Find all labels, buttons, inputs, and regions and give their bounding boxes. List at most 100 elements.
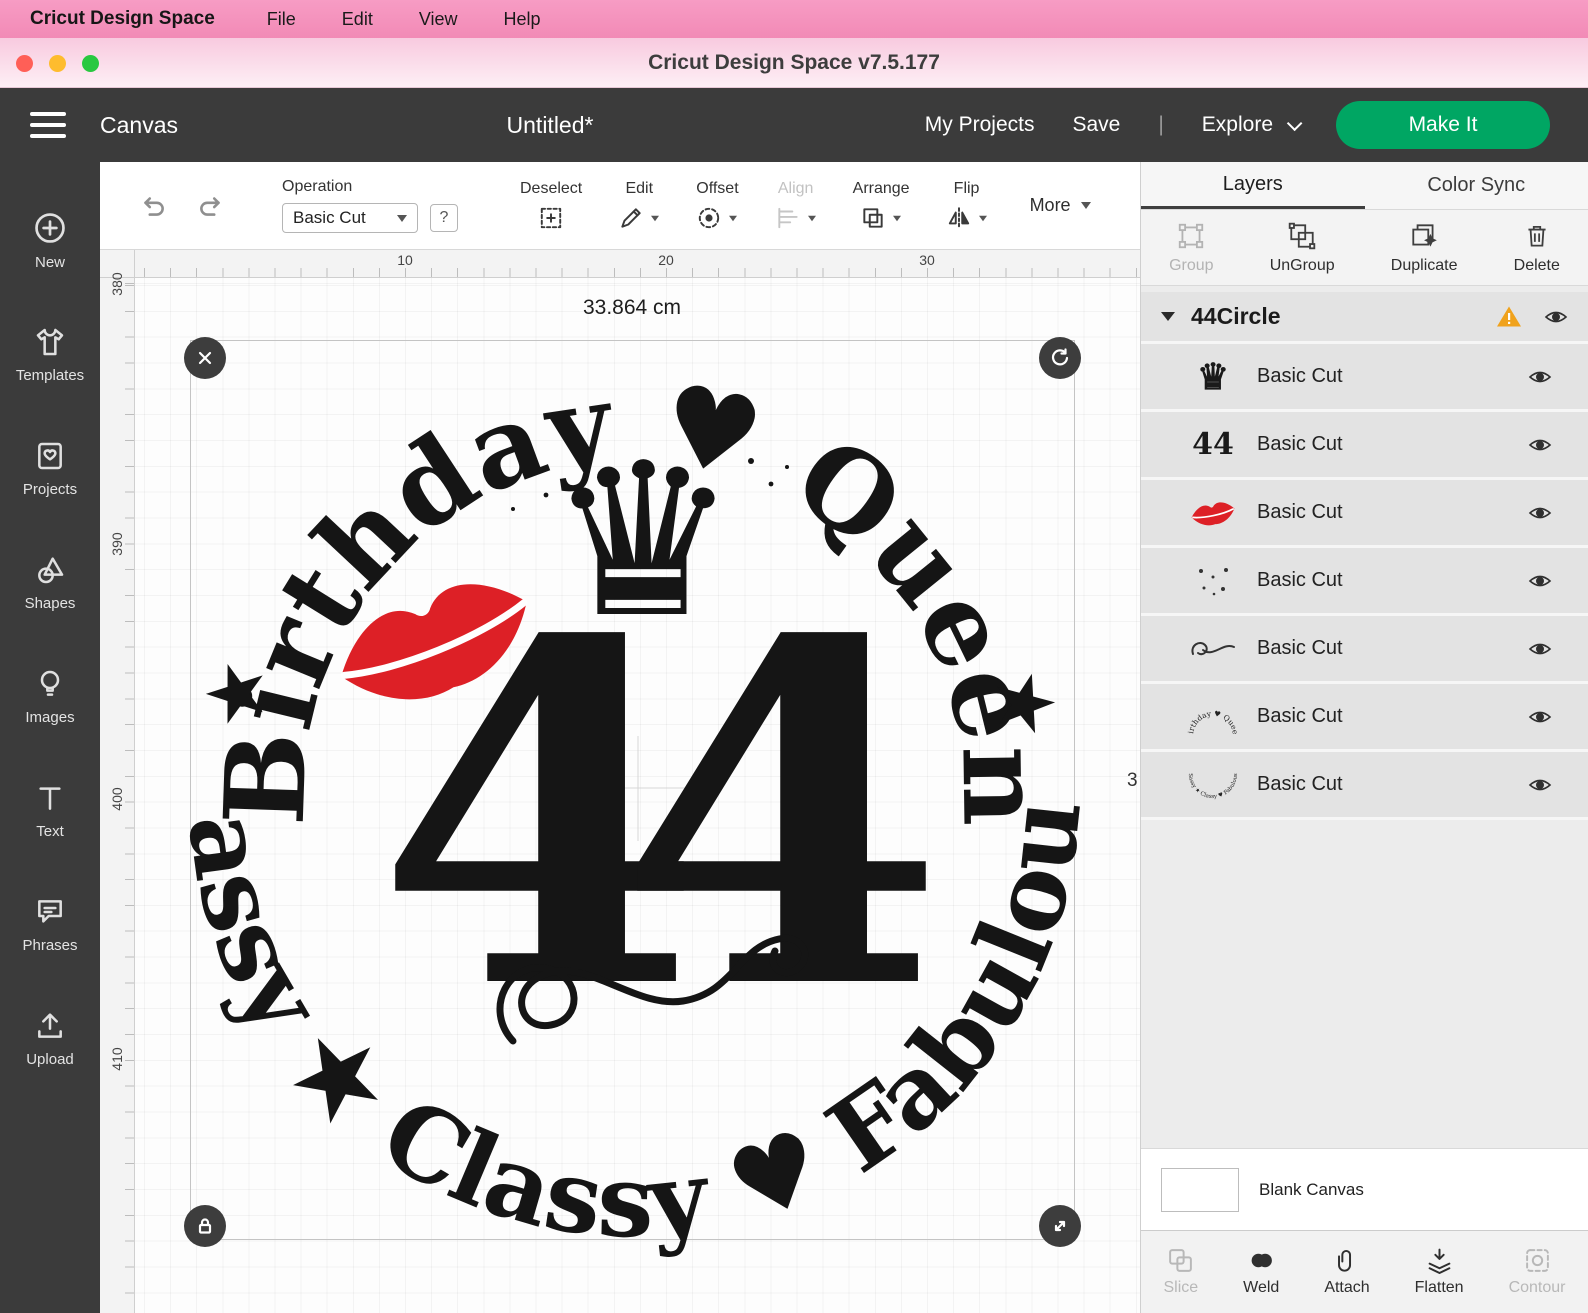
sidebar-item-shapes[interactable]: Shapes	[0, 526, 100, 640]
ruler-mark: 10	[397, 252, 413, 268]
undo-icon[interactable]	[138, 191, 168, 221]
zoom-window-button[interactable]	[82, 55, 99, 72]
hamburger-menu-icon[interactable]	[30, 112, 66, 138]
menubar-item-view[interactable]: View	[419, 9, 458, 30]
my-projects-link[interactable]: My Projects	[925, 113, 1035, 137]
layer-operations-bar: Slice Weld Attach Flatten Contour	[1141, 1230, 1588, 1313]
duplicate-icon	[1409, 221, 1439, 251]
visibility-toggle[interactable]	[1528, 369, 1552, 385]
disclosure-triangle-icon[interactable]	[1161, 312, 1175, 321]
layer-row-arc-text-bottom[interactable]: Sassy ★ Classy ♥ Fabulous Basic Cut	[1141, 752, 1588, 820]
weld-button[interactable]: Weld	[1243, 1247, 1279, 1297]
selection-box[interactable]: Birthday ♥ Queen Sassy ★ Classy ♥ Fabulo…	[190, 340, 1075, 1240]
visibility-toggle[interactable]	[1528, 573, 1552, 589]
crown-thumbnail: ♛	[1185, 356, 1241, 398]
sidebar-item-upload[interactable]: Upload	[0, 982, 100, 1096]
attach-button[interactable]: Attach	[1324, 1247, 1369, 1297]
offset-tool[interactable]: Offset	[696, 180, 738, 231]
more-menu[interactable]: More	[1030, 195, 1091, 216]
arc-text-top-thumbnail: Birthday ♥ Queen	[1185, 694, 1241, 740]
number-44[interactable]: 44	[376, 540, 926, 1092]
contour-button: Contour	[1509, 1247, 1566, 1297]
lips-thumbnail	[1185, 498, 1241, 528]
sidebar-item-phrases[interactable]: Phrases	[0, 868, 100, 982]
caret-down-icon	[1081, 202, 1091, 209]
svg-text:Sassy ★ Classy ♥ Fabulous: Sassy ★ Classy ♥ Fabulous	[1187, 773, 1239, 800]
window-titlebar: Cricut Design Space v7.5.177	[0, 38, 1588, 88]
sidebar-item-images[interactable]: Images	[0, 640, 100, 754]
close-window-button[interactable]	[16, 55, 33, 72]
operation-help-button[interactable]: ?	[430, 204, 458, 232]
flip-icon	[946, 205, 972, 231]
design-canvas[interactable]: 33.864 cm 3 Birthday ♥ Queen	[135, 278, 1140, 1313]
warning-icon[interactable]	[1496, 305, 1522, 328]
right-star-icon[interactable]: ★	[979, 650, 1069, 753]
sidebar-item-projects[interactable]: Projects	[0, 412, 100, 526]
make-it-button[interactable]: Make It	[1336, 101, 1550, 149]
duplicate-button[interactable]: Duplicate	[1391, 221, 1458, 275]
selection-width-label: 33.864 cm	[583, 296, 681, 320]
lock-handle[interactable]	[184, 1205, 226, 1247]
sidebar-item-new[interactable]: New	[0, 184, 100, 298]
arc-text-bottom-thumbnail: Sassy ★ Classy ♥ Fabulous	[1185, 762, 1241, 808]
visibility-toggle[interactable]	[1528, 709, 1552, 725]
tab-color-sync[interactable]: Color Sync	[1365, 162, 1588, 209]
layer-row-swirl[interactable]: Basic Cut	[1141, 616, 1588, 684]
arrange-tool[interactable]: Arrange	[853, 180, 910, 231]
minimize-window-button[interactable]	[49, 55, 66, 72]
flatten-button[interactable]: Flatten	[1415, 1247, 1464, 1297]
flip-tool[interactable]: Flip	[946, 180, 988, 231]
blank-canvas-row[interactable]: Blank Canvas	[1141, 1148, 1588, 1230]
edit-tool[interactable]: Edit	[618, 180, 660, 231]
vertical-ruler: 380 390 400 410	[100, 278, 135, 1313]
birthday-queen-design[interactable]: Birthday ♥ Queen Sassy ★ Classy ♥ Fabulo…	[191, 341, 1076, 1241]
rotate-handle[interactable]	[1039, 337, 1081, 379]
menubar-item-file[interactable]: File	[267, 9, 296, 30]
traffic-lights	[16, 55, 99, 72]
layer-row-arc-text-top[interactable]: Birthday ♥ Queen Basic Cut	[1141, 684, 1588, 752]
operation-select[interactable]: Basic Cut	[282, 203, 418, 233]
layer-group-44circle[interactable]: 44Circle	[1141, 292, 1588, 344]
redo-icon[interactable]	[196, 191, 226, 221]
menubar-item-edit[interactable]: Edit	[342, 9, 373, 30]
layer-row-44[interactable]: 44 Basic Cut	[1141, 412, 1588, 480]
remove-selection-handle[interactable]	[184, 337, 226, 379]
ruler-mark: 400	[109, 786, 125, 812]
tab-layers[interactable]: Layers	[1141, 162, 1365, 209]
app-header: Canvas Untitled* My Projects Save | Expl…	[0, 88, 1588, 162]
left-sidebar: New Templates Projects Shapes Images Tex…	[0, 162, 100, 1313]
header-divider: |	[1158, 113, 1163, 137]
document-title[interactable]: Untitled*	[507, 112, 594, 139]
save-link[interactable]: Save	[1072, 113, 1120, 137]
pencil-icon	[618, 205, 644, 231]
ruler-mark: 20	[658, 252, 674, 268]
visibility-toggle[interactable]	[1528, 641, 1552, 657]
blank-canvas-swatch[interactable]	[1161, 1168, 1239, 1212]
layer-row-crown[interactable]: ♛ Basic Cut	[1141, 344, 1588, 412]
layer-row-dots[interactable]: Basic Cut	[1141, 548, 1588, 616]
contour-icon	[1524, 1247, 1551, 1274]
resize-handle[interactable]	[1039, 1205, 1081, 1247]
explore-menu[interactable]: Explore	[1202, 113, 1298, 137]
visibility-toggle[interactable]	[1528, 777, 1552, 793]
upload-icon	[34, 1010, 66, 1042]
layer-row-lips[interactable]: Basic Cut	[1141, 480, 1588, 548]
text-t-icon	[34, 782, 66, 814]
ungroup-button[interactable]: UnGroup	[1270, 221, 1335, 275]
deselect-tool[interactable]: Deselect	[520, 180, 582, 231]
visibility-toggle[interactable]	[1528, 505, 1552, 521]
delete-button[interactable]: Delete	[1514, 221, 1560, 275]
sidebar-item-templates[interactable]: Templates	[0, 298, 100, 412]
sidebar-item-text[interactable]: Text	[0, 754, 100, 868]
shapes-icon	[34, 554, 66, 586]
macos-menubar: Cricut Design Space File Edit View Help	[0, 0, 1588, 38]
menubar-app-name[interactable]: Cricut Design Space	[30, 8, 215, 30]
slice-icon	[1167, 1247, 1194, 1274]
trash-icon	[1522, 221, 1552, 251]
visibility-toggle[interactable]	[1528, 437, 1552, 453]
visibility-toggle[interactable]	[1544, 309, 1568, 325]
menubar-item-help[interactable]: Help	[504, 9, 541, 30]
canvas-nav-label[interactable]: Canvas	[100, 112, 178, 139]
offset-icon	[696, 205, 722, 231]
shirt-icon	[34, 326, 66, 358]
